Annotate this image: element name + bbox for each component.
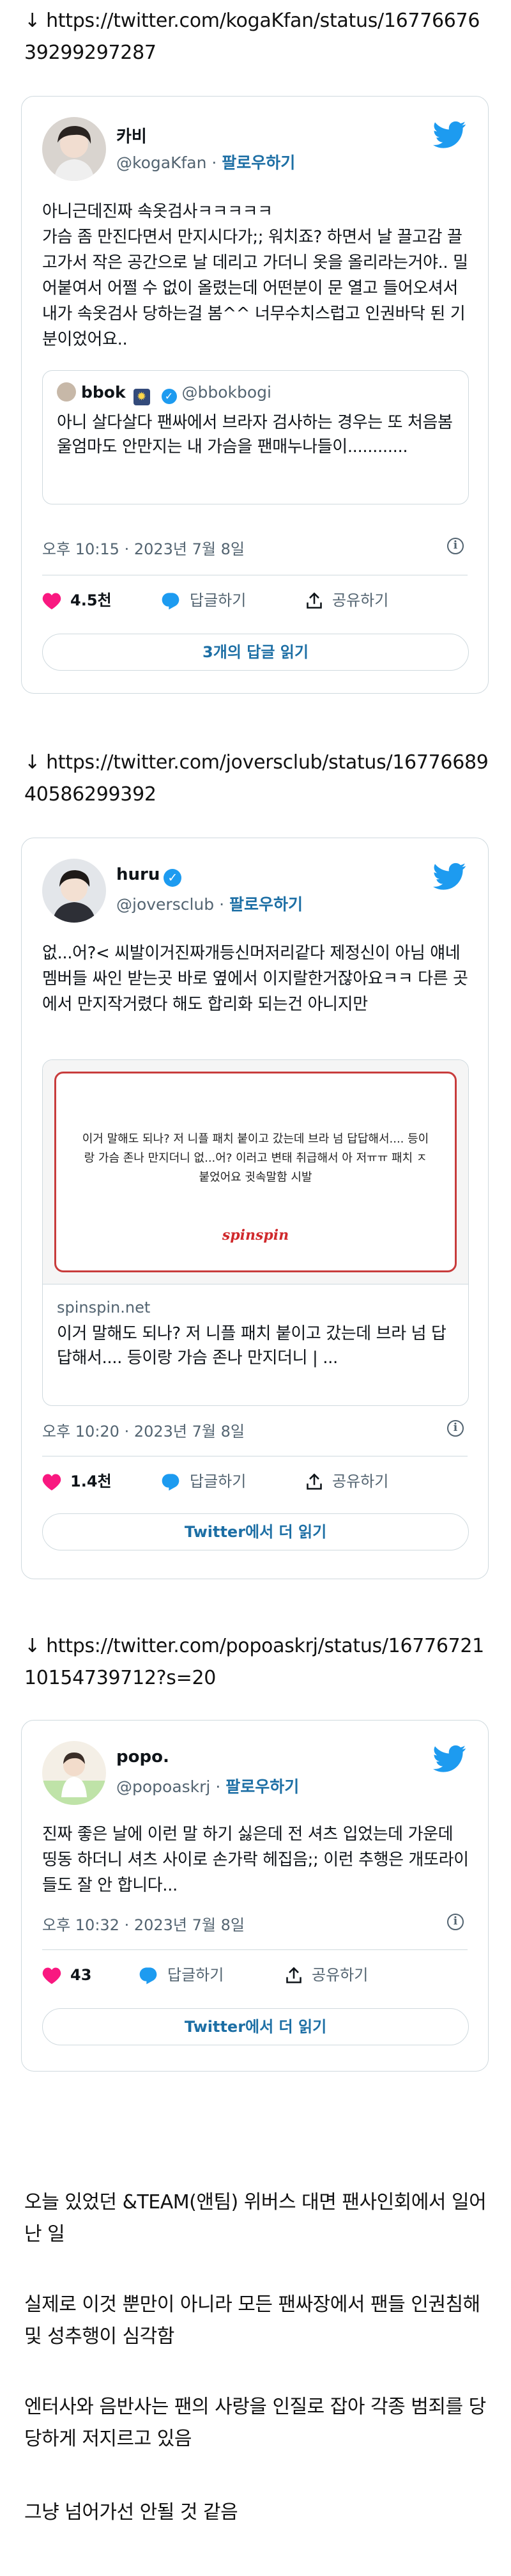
tweet-url-3[interactable]: ↓ https://twitter.com/popoaskrj/status/1… bbox=[24, 1630, 491, 1694]
twitter-bird-icon[interactable] bbox=[433, 1745, 466, 1773]
tweet-timestamp[interactable]: 오후 10:20 · 2023년 7월 8일 bbox=[42, 1419, 245, 1441]
paragraph-1: 오늘 있었던 &TEAM(앤팀) 위버스 대면 팬사인회에서 일어난 일 bbox=[24, 2191, 487, 2245]
reply-button[interactable]: 답글하기 bbox=[160, 588, 246, 613]
tweet-card-3: popo. @popoaskrj · 팔로우하기 진짜 좋은 날에 이런 말 하… bbox=[21, 1720, 489, 2072]
verified-badge-icon: ✓ bbox=[161, 389, 177, 404]
tweet-url-2[interactable]: ↓ https://twitter.com/joversclub/status/… bbox=[24, 747, 491, 811]
heart-icon bbox=[42, 593, 61, 610]
action-bar: 1.4천 답글하기 공유하기 bbox=[42, 1469, 469, 1494]
verified-badge-icon: ✓ bbox=[164, 869, 182, 887]
share-icon bbox=[286, 1967, 301, 1983]
action-bar: 43 답글하기 공유하기 bbox=[42, 1962, 469, 1988]
info-icon[interactable]: i bbox=[447, 1420, 464, 1437]
like-button[interactable]: 4.5천 bbox=[42, 588, 112, 613]
tweet-card-2: huru ✓ @joversclub · 팔로우하기 없...어?< 씨발이거진짜… bbox=[21, 838, 489, 1579]
heart-icon bbox=[42, 1967, 61, 1985]
link-title: 이거 말해도 되나? 저 니플 패치 붙이고 갔는데 브라 넘 답답해서....… bbox=[57, 1324, 446, 1368]
share-button[interactable]: 공유하기 bbox=[285, 1962, 368, 1988]
sparkle-emoji-icon: ✹ bbox=[133, 389, 150, 405]
like-count: 4.5천 bbox=[70, 591, 112, 609]
tweet-url-1[interactable]: ↓ https://twitter.com/kogaKfan/status/16… bbox=[24, 5, 491, 69]
author-name-row: huru ✓ bbox=[116, 865, 182, 887]
follow-button[interactable]: 팔로우하기 bbox=[225, 1777, 299, 1796]
like-count: 1.4천 bbox=[70, 1472, 112, 1490]
follow-button[interactable]: 팔로우하기 bbox=[222, 153, 295, 172]
reply-bubble-icon bbox=[139, 1967, 157, 1985]
reply-label: 답글하기 bbox=[167, 1966, 224, 1984]
tweet-timestamp[interactable]: 오후 10:15 · 2023년 7월 8일 bbox=[42, 536, 245, 559]
tweet-text: 아니근데진짜 속옷검사ㅋㅋㅋㅋㅋ 가슴 좀 만진다면서 만지시다가;; 워치죠?… bbox=[42, 202, 468, 349]
share-button[interactable]: 공유하기 bbox=[305, 588, 388, 613]
twitter-bird-icon[interactable] bbox=[433, 863, 466, 891]
author-handle[interactable]: @popoaskrj bbox=[116, 1777, 210, 1796]
paragraph-4: 그냥 넘어가선 안될 것 같음 bbox=[24, 2501, 238, 2524]
handle-row: @kogaKfan · 팔로우하기 bbox=[116, 153, 296, 172]
avatar[interactable] bbox=[42, 117, 106, 181]
share-button[interactable]: 공유하기 bbox=[305, 1469, 388, 1494]
like-count: 43 bbox=[70, 1966, 92, 1984]
share-label: 공유하기 bbox=[312, 1966, 369, 1984]
divider bbox=[42, 1949, 468, 1950]
heart-icon bbox=[42, 1474, 61, 1491]
reply-bubble-icon bbox=[162, 1474, 179, 1491]
reply-button[interactable]: 답글하기 bbox=[138, 1962, 224, 1988]
avatar[interactable] bbox=[42, 1741, 106, 1805]
paragraph-2: 실제로 이것 뿐만이 아니라 모든 팬싸장에서 팬들 인권침해 및 성추행이 심… bbox=[24, 2293, 480, 2348]
handle-row: @joversclub · 팔로우하기 bbox=[116, 895, 303, 914]
quote-author-handle: @bbokbogi bbox=[181, 383, 271, 402]
quote-author-name: bbok bbox=[81, 383, 126, 402]
tweet-text: 없...어?< 씨발이거진짜개등신머저리같다 제정신이 아님 얘네 멤버들 싸인… bbox=[42, 944, 468, 1014]
quote-header: bbok ✹ ✓ @bbokbogi bbox=[57, 382, 454, 405]
tweet-card-1: 카비 @kogaKfan · 팔로우하기 아니근데진짜 속옷검사ㅋㅋㅋㅋㅋ 가슴… bbox=[21, 96, 489, 694]
paragraph-3: 엔터사와 음반사는 팬의 사랑을 인질로 잡아 각종 범죄를 당당하게 저지르고… bbox=[24, 2396, 486, 2450]
reply-bubble-icon bbox=[162, 593, 179, 610]
quote-tweet[interactable]: bbok ✹ ✓ @bbokbogi 아니 살다살다 팬싸에서 브라자 검사하는… bbox=[42, 370, 469, 504]
link-image-text: 이거 말해도 되나? 저 니플 패치 붙이고 갔는데 브라 넘 답답해서....… bbox=[82, 1132, 429, 1184]
share-icon bbox=[307, 592, 322, 609]
tweet-text: 진짜 좋은 날에 이런 말 하기 싫은데 전 셔츠 입었는데 가운데 띵동 하더… bbox=[42, 1825, 469, 1895]
quote-avatar-icon bbox=[57, 382, 76, 402]
author-handle[interactable]: @joversclub bbox=[116, 895, 214, 914]
reply-button[interactable]: 답글하기 bbox=[160, 1469, 246, 1494]
share-label: 공유하기 bbox=[332, 591, 389, 609]
like-button[interactable]: 1.4천 bbox=[42, 1469, 112, 1494]
info-icon[interactable]: i bbox=[447, 1914, 464, 1930]
link-domain: spinspin.net bbox=[57, 1299, 151, 1316]
spinspin-logo: spinspin bbox=[222, 1227, 289, 1244]
like-button[interactable]: 43 bbox=[42, 1962, 91, 1988]
share-label: 공유하기 bbox=[332, 1472, 389, 1490]
avatar[interactable] bbox=[42, 859, 106, 923]
author-name[interactable]: 카비 bbox=[116, 123, 147, 147]
read-more-button[interactable]: Twitter에서 더 읽기 bbox=[42, 2008, 469, 2045]
link-image-frame: 이거 말해도 되나? 저 니플 패치 붙이고 갔는데 브라 넘 답답해서....… bbox=[54, 1072, 457, 1272]
author-handle[interactable]: @kogaKfan bbox=[116, 153, 206, 172]
share-icon bbox=[307, 1473, 322, 1490]
reply-label: 답글하기 bbox=[190, 1472, 247, 1490]
handle-row: @popoaskrj · 팔로우하기 bbox=[116, 1777, 300, 1796]
author-name[interactable]: huru bbox=[116, 865, 160, 884]
link-preview-card[interactable]: 이거 말해도 되나? 저 니플 패치 붙이고 갔는데 브라 넘 답답해서....… bbox=[42, 1059, 469, 1406]
reply-label: 답글하기 bbox=[190, 591, 247, 609]
action-bar: 4.5천 답글하기 공유하기 bbox=[42, 588, 469, 613]
quote-text: 아니 살다살다 팬싸에서 브라자 검사하는 경우는 또 처음봄 울엄마도 안만지… bbox=[57, 413, 453, 457]
author-name[interactable]: popo. bbox=[116, 1747, 169, 1767]
tweet-timestamp[interactable]: 오후 10:32 · 2023년 7월 8일 bbox=[42, 1912, 245, 1935]
link-preview-image: 이거 말해도 되나? 저 니플 패치 붙이고 갔는데 브라 넘 답답해서....… bbox=[43, 1060, 468, 1284]
read-replies-button[interactable]: 3개의 답글 읽기 bbox=[42, 634, 469, 671]
follow-button[interactable]: 팔로우하기 bbox=[229, 895, 303, 914]
read-more-button[interactable]: Twitter에서 더 읽기 bbox=[42, 1513, 469, 1550]
twitter-bird-icon[interactable] bbox=[433, 121, 466, 149]
info-icon[interactable]: i bbox=[447, 538, 464, 554]
